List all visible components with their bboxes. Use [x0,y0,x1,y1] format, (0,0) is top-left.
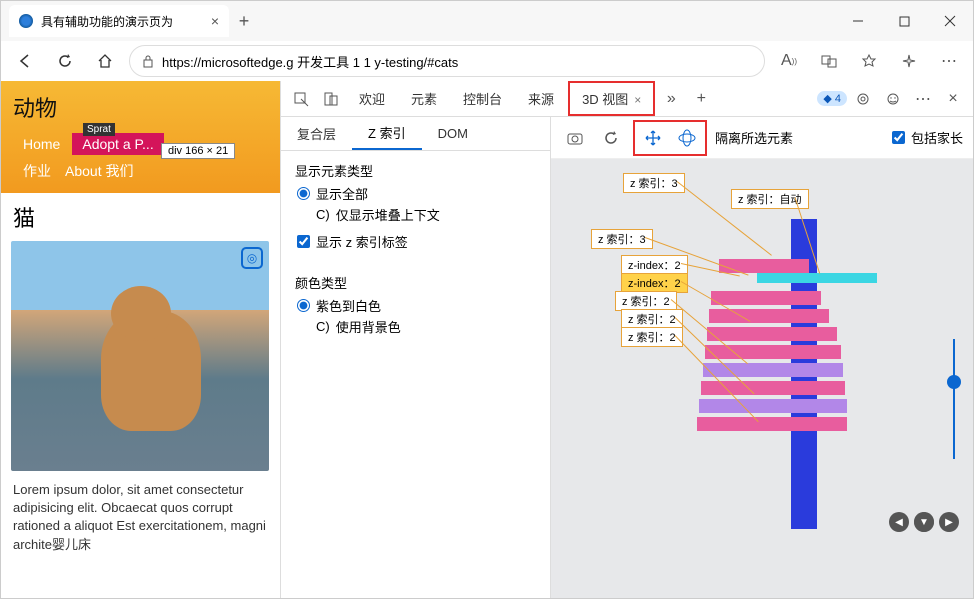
lock-icon [142,54,154,68]
close-tab-icon[interactable]: × [211,13,219,29]
sparkle-icon[interactable] [893,45,925,77]
zlabel: z-index：2 [621,255,688,275]
zlabel: z 索引：3 [623,173,685,193]
refresh-button[interactable] [49,45,81,77]
read-aloud-icon[interactable]: A)) [773,45,805,77]
reset-view-icon[interactable] [597,124,625,152]
subtab-layers[interactable]: 复合层 [281,118,352,149]
dpad-left[interactable]: ◀ [889,512,909,532]
check-parents[interactable]: 包括家长 [892,128,963,147]
overflow-icon[interactable]: ⋯ [909,85,937,113]
lorem-text: Lorem ipsum dolor, sit amet consectetur … [1,471,280,564]
dpad[interactable]: ▲ ◀ · ▶ ▼ [889,512,959,582]
zlabel: z 索引：2 [615,291,677,311]
webpage-pane: 动物 Sprat Home Adopt a P... 作业 About 我们 d… [1,81,281,598]
radio-bgcolor[interactable]: C) 使用背景色 [297,317,536,336]
zlabel: z 索引：3 [591,229,653,249]
issues-badge[interactable]: ◆4 [817,91,847,106]
tab-3dview[interactable]: 3D 视图× [568,81,655,116]
maximize-button[interactable] [881,5,927,37]
screenshot-icon[interactable] [561,124,589,152]
back-button[interactable] [9,45,41,77]
zoom-slider[interactable] [953,339,955,459]
zlabel-hl: z-index：2 [621,273,688,293]
radio-purple-white[interactable]: 紫色到白色 [297,296,536,315]
inspect-dim-tooltip: div 166 × 21 [161,143,235,159]
section-display-title: 显示元素类型 [295,161,536,180]
close-devtools-icon[interactable]: × [939,85,967,113]
feedback-icon[interactable] [879,85,907,113]
url-text: https://microsoftedge.g 开发工具 1 1 y-testi… [162,52,458,71]
close-tab-icon[interactable]: × [634,93,641,107]
browser-tab[interactable]: 具有辅助功能的演示页为 × [9,5,229,37]
more-icon[interactable]: ⋯ [933,45,965,77]
radio-show-all[interactable]: 显示全部 [297,184,536,203]
zlabel: z 索引：2 [621,309,683,329]
visual-search-icon[interactable]: ◎ [241,247,263,269]
view-mode-highlight [633,120,707,156]
pan-icon[interactable] [639,124,667,152]
address-bar[interactable]: https://microsoftedge.g 开发工具 1 1 y-testi… [129,45,765,77]
close-window-button[interactable] [927,5,973,37]
subtab-dom[interactable]: DOM [422,120,484,147]
3d-cyan-bar [757,273,877,283]
new-tab-button[interactable]: + [229,11,259,32]
device-icon[interactable] [317,85,345,113]
tab-elements[interactable]: 元素 [399,83,449,114]
tab-console[interactable]: 控制台 [451,83,514,114]
translate-icon[interactable] [813,45,845,77]
tab-sources[interactable]: 来源 [516,83,566,114]
nav-about[interactable]: About 我们 [65,161,133,181]
isolate-label: 隔离所选元素 [715,128,793,147]
favicon-icon [19,14,33,28]
minimize-button[interactable] [835,5,881,37]
tab-title: 具有辅助功能的演示页为 [41,13,173,30]
favorites-icon[interactable] [853,45,885,77]
nav-adopt[interactable]: Adopt a P... [72,133,163,155]
inspect-icon[interactable] [287,85,315,113]
tab-welcome[interactable]: 欢迎 [347,83,397,114]
devtools-pane: 欢迎 元素 控制台 来源 3D 视图× » + ◆4 ⋯ × 复合层 Z 索引 … [281,81,973,598]
section-color-title: 颜色类型 [295,273,536,292]
dpad-right[interactable]: ▶ [939,512,959,532]
cat-image: ◎ [11,241,269,471]
nav-work[interactable]: 作业 [23,161,51,181]
zlabel: z 索引：2 [621,327,683,347]
check-zindex-labels[interactable]: 显示 z 索引标签 [297,232,536,251]
subtab-zindex[interactable]: Z 索引 [352,117,422,150]
home-button[interactable] [89,45,121,77]
radio-stacking-only[interactable]: C) 仅显示堆叠上下文 [297,205,536,224]
inspect-label-tooltip: Sprat [83,123,115,136]
nav-home[interactable]: Home [13,133,70,155]
settings-icon[interactable] [849,85,877,113]
more-tabs-icon[interactable]: » [657,85,685,113]
section-heading: 猫 [13,201,268,233]
page-title: 动物 [13,91,268,123]
rotate-icon[interactable] [673,124,701,152]
add-tab-icon[interactable]: + [687,85,715,113]
3d-canvas[interactable]: z 索引：3 z 索引：自动 z 索引：3 z-index：2 z-index：… [551,159,973,598]
dpad-down[interactable]: ▼ [914,512,934,532]
